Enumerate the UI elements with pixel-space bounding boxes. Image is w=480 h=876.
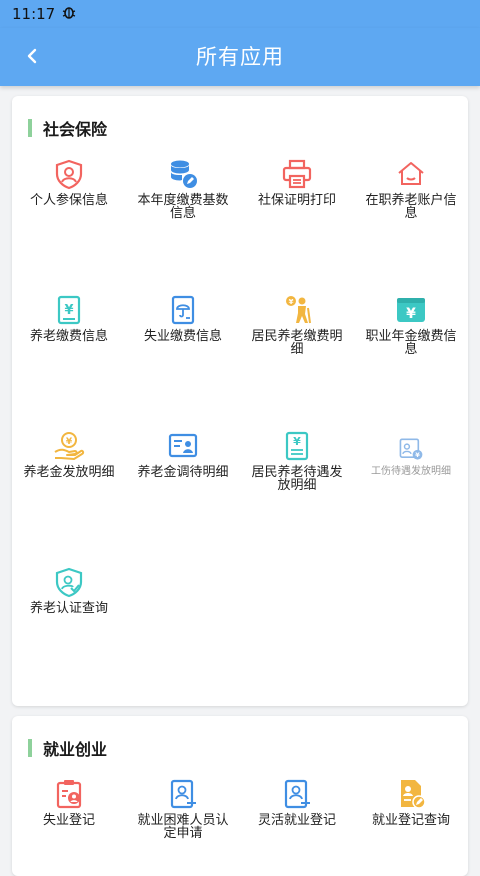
person-form-icon xyxy=(170,779,196,809)
section-title: 社会保险 xyxy=(43,120,108,139)
section-accent-bar xyxy=(28,739,32,757)
svg-text:¥: ¥ xyxy=(406,306,416,322)
app-item-label: 灵活就业登记 xyxy=(257,813,336,828)
status-time: 11:17 xyxy=(12,5,56,23)
id-card-icon xyxy=(168,433,198,458)
app-item-flexible-employment-registration[interactable]: 灵活就业登记 xyxy=(240,778,354,827)
app-item-label: 失业缴费信息 xyxy=(143,329,222,344)
status-bar: 11:17 xyxy=(0,0,480,28)
app-item-label: 本年度缴费基数信息 xyxy=(137,193,229,221)
person-shield-icon xyxy=(55,159,83,190)
app-item-label: 养老缴费信息 xyxy=(29,329,108,344)
svg-text:¥: ¥ xyxy=(289,298,294,306)
umbrella-document-icon xyxy=(171,295,195,325)
yuan-list-icon: ¥ xyxy=(285,431,309,461)
app-item-employment-registration-query[interactable]: 就业登记查询 xyxy=(354,778,468,827)
app-item-unemployment-payment-info[interactable]: 失业缴费信息 xyxy=(126,294,240,343)
svg-text:¥: ¥ xyxy=(415,451,420,459)
section-card-employment: 就业创业 失业登记 就业困难人员认定申请 灵活就业登记 就业登记查询 xyxy=(12,716,468,876)
svg-text:¥: ¥ xyxy=(64,303,73,318)
injury-card-icon: ¥ xyxy=(399,438,423,460)
app-item-annual-base-info[interactable]: 本年度缴费基数信息 xyxy=(126,158,240,220)
app-item-label: 在职养老账户信息 xyxy=(365,193,457,221)
app-header: 所有应用 xyxy=(0,28,480,86)
printer-icon xyxy=(282,159,312,189)
section-title: 就业创业 xyxy=(43,740,108,759)
app-item-pension-adjustment-detail[interactable]: 养老金调待明细 xyxy=(126,430,240,479)
app-item-label: 居民养老待遇发放明细 xyxy=(251,465,343,493)
app-item-personal-insurance-info[interactable]: 个人参保信息 xyxy=(12,158,126,207)
app-item-resident-pension-payment-detail[interactable]: ¥ 居民养老缴费明细 xyxy=(240,294,354,356)
app-item-pension-certification-query[interactable]: 养老认证查询 xyxy=(12,566,126,615)
document-edit-icon xyxy=(401,780,426,809)
person-form-icon xyxy=(284,779,310,809)
database-edit-icon xyxy=(171,160,197,188)
yuan-card-icon: ¥ xyxy=(397,298,425,322)
app-item-pension-distribution-detail[interactable]: ¥ 养老金发放明细 xyxy=(12,430,126,479)
house-icon xyxy=(398,162,424,185)
section-accent-bar xyxy=(28,119,32,137)
app-item-occupational-annuity-info[interactable]: ¥ 职业年金缴费信息 xyxy=(354,294,468,356)
app-item-label: 居民养老缴费明细 xyxy=(251,329,343,357)
shield-check-icon xyxy=(55,567,83,598)
app-item-pension-payment-info[interactable]: ¥ 养老缴费信息 xyxy=(12,294,126,343)
svg-text:¥: ¥ xyxy=(293,435,301,448)
bug-icon xyxy=(61,4,77,24)
section-card-social-insurance: 社会保险 个人参保信息 本年度缴费基数信息 社保证明打印 在职养老账户信息 ¥ … xyxy=(12,96,468,706)
app-item-unemployment-registration[interactable]: 失业登记 xyxy=(12,778,126,827)
hand-coin-icon: ¥ xyxy=(54,432,85,460)
app-item-label: 失业登记 xyxy=(42,813,95,828)
section-header: 社会保险 xyxy=(28,118,108,139)
page-title: 所有应用 xyxy=(196,45,284,69)
app-item-label: 养老认证查询 xyxy=(29,601,108,616)
app-item-injury-benefit-detail[interactable]: ¥ 工伤待遇发放明细 xyxy=(354,436,468,477)
app-item-label: 就业困难人员认定申请 xyxy=(137,813,229,841)
app-item-label: 养老金调待明细 xyxy=(137,465,229,480)
app-item-resident-pension-benefit-detail[interactable]: ¥ 居民养老待遇发放明细 xyxy=(240,430,354,492)
app-item-label: 养老金发放明细 xyxy=(23,465,115,480)
elderly-person-icon: ¥ xyxy=(286,296,311,324)
section-header: 就业创业 xyxy=(28,738,108,759)
app-item-hardship-identification[interactable]: 就业困难人员认定申请 xyxy=(126,778,240,840)
svg-text:¥: ¥ xyxy=(66,437,73,447)
app-item-label: 就业登记查询 xyxy=(371,813,450,828)
yuan-document-icon: ¥ xyxy=(57,295,81,325)
app-item-label: 社保证明打印 xyxy=(257,193,336,208)
app-item-label: 职业年金缴费信息 xyxy=(365,329,457,357)
app-item-pension-account-info[interactable]: 在职养老账户信息 xyxy=(354,158,468,220)
clipboard-person-icon xyxy=(56,780,82,809)
app-item-label: 个人参保信息 xyxy=(29,193,108,208)
app-item-certificate-print[interactable]: 社保证明打印 xyxy=(240,158,354,207)
app-item-label: 工伤待遇发放明细 xyxy=(371,466,451,477)
